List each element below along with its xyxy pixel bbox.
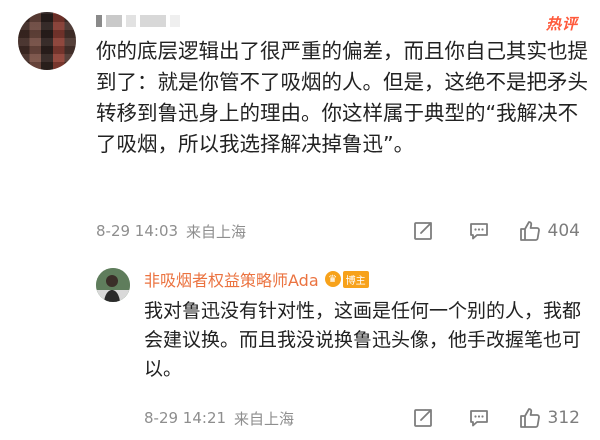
comment-location: 来自上海 <box>186 222 247 241</box>
reply-share-button[interactable] <box>410 407 436 429</box>
author-badge: ♛ 博主 <box>324 270 369 288</box>
comment-actions: 404 <box>410 218 580 244</box>
reply-header: 非吸烟者权益策略师Ada ♛ 博主 <box>144 268 369 290</box>
like-button[interactable]: 404 <box>518 219 580 243</box>
reply-author-name[interactable]: 非吸烟者权益策略师Ada <box>144 267 319 291</box>
comment-button[interactable] <box>466 220 492 242</box>
reply-actions: 312 <box>410 405 580 431</box>
like-count: 404 <box>547 221 580 241</box>
share-icon <box>413 222 432 240</box>
like-icon <box>519 408 540 428</box>
reply-date: 8-29 14:21 <box>144 409 227 427</box>
commenter-username-blurred[interactable] <box>96 12 180 30</box>
reply-text: 我对鲁迅没有针对性，这画是任何一个别的人，我都会建议换。而且我没说换鲁迅头像，他… <box>144 300 582 380</box>
reply-location: 来自上海 <box>234 409 295 428</box>
vip-crown-icon: ♛ <box>324 271 341 287</box>
comment-text: 你的底层逻辑出了很严重的偏差，而且你自己其实也提到了：就是你管不了吸烟的人。但是… <box>96 39 588 156</box>
comment-icon <box>469 410 488 427</box>
reply-comment-button[interactable] <box>466 407 492 429</box>
reply-like-button[interactable]: 312 <box>518 406 580 430</box>
share-icon <box>413 409 432 427</box>
like-icon <box>519 221 540 241</box>
blur-block <box>96 15 102 27</box>
reply-avatar-image <box>96 268 130 302</box>
share-button[interactable] <box>410 220 436 242</box>
comment-icon <box>469 223 488 240</box>
blur-block <box>140 15 166 27</box>
hot-comment-badge: 热评 <box>545 15 578 33</box>
blur-block <box>170 15 180 27</box>
reply-meta: 8-29 14:21 来自上海 <box>144 407 294 429</box>
reply-avatar[interactable] <box>96 268 130 302</box>
author-badge-label: 博主 <box>342 270 369 288</box>
comment-meta: 8-29 14:03 来自上海 <box>96 220 246 242</box>
commenter-avatar[interactable] <box>18 12 76 70</box>
comment-date: 8-29 14:03 <box>96 222 179 240</box>
blur-block <box>126 15 136 27</box>
blur-block <box>106 15 122 27</box>
reply-like-count: 312 <box>547 408 580 428</box>
